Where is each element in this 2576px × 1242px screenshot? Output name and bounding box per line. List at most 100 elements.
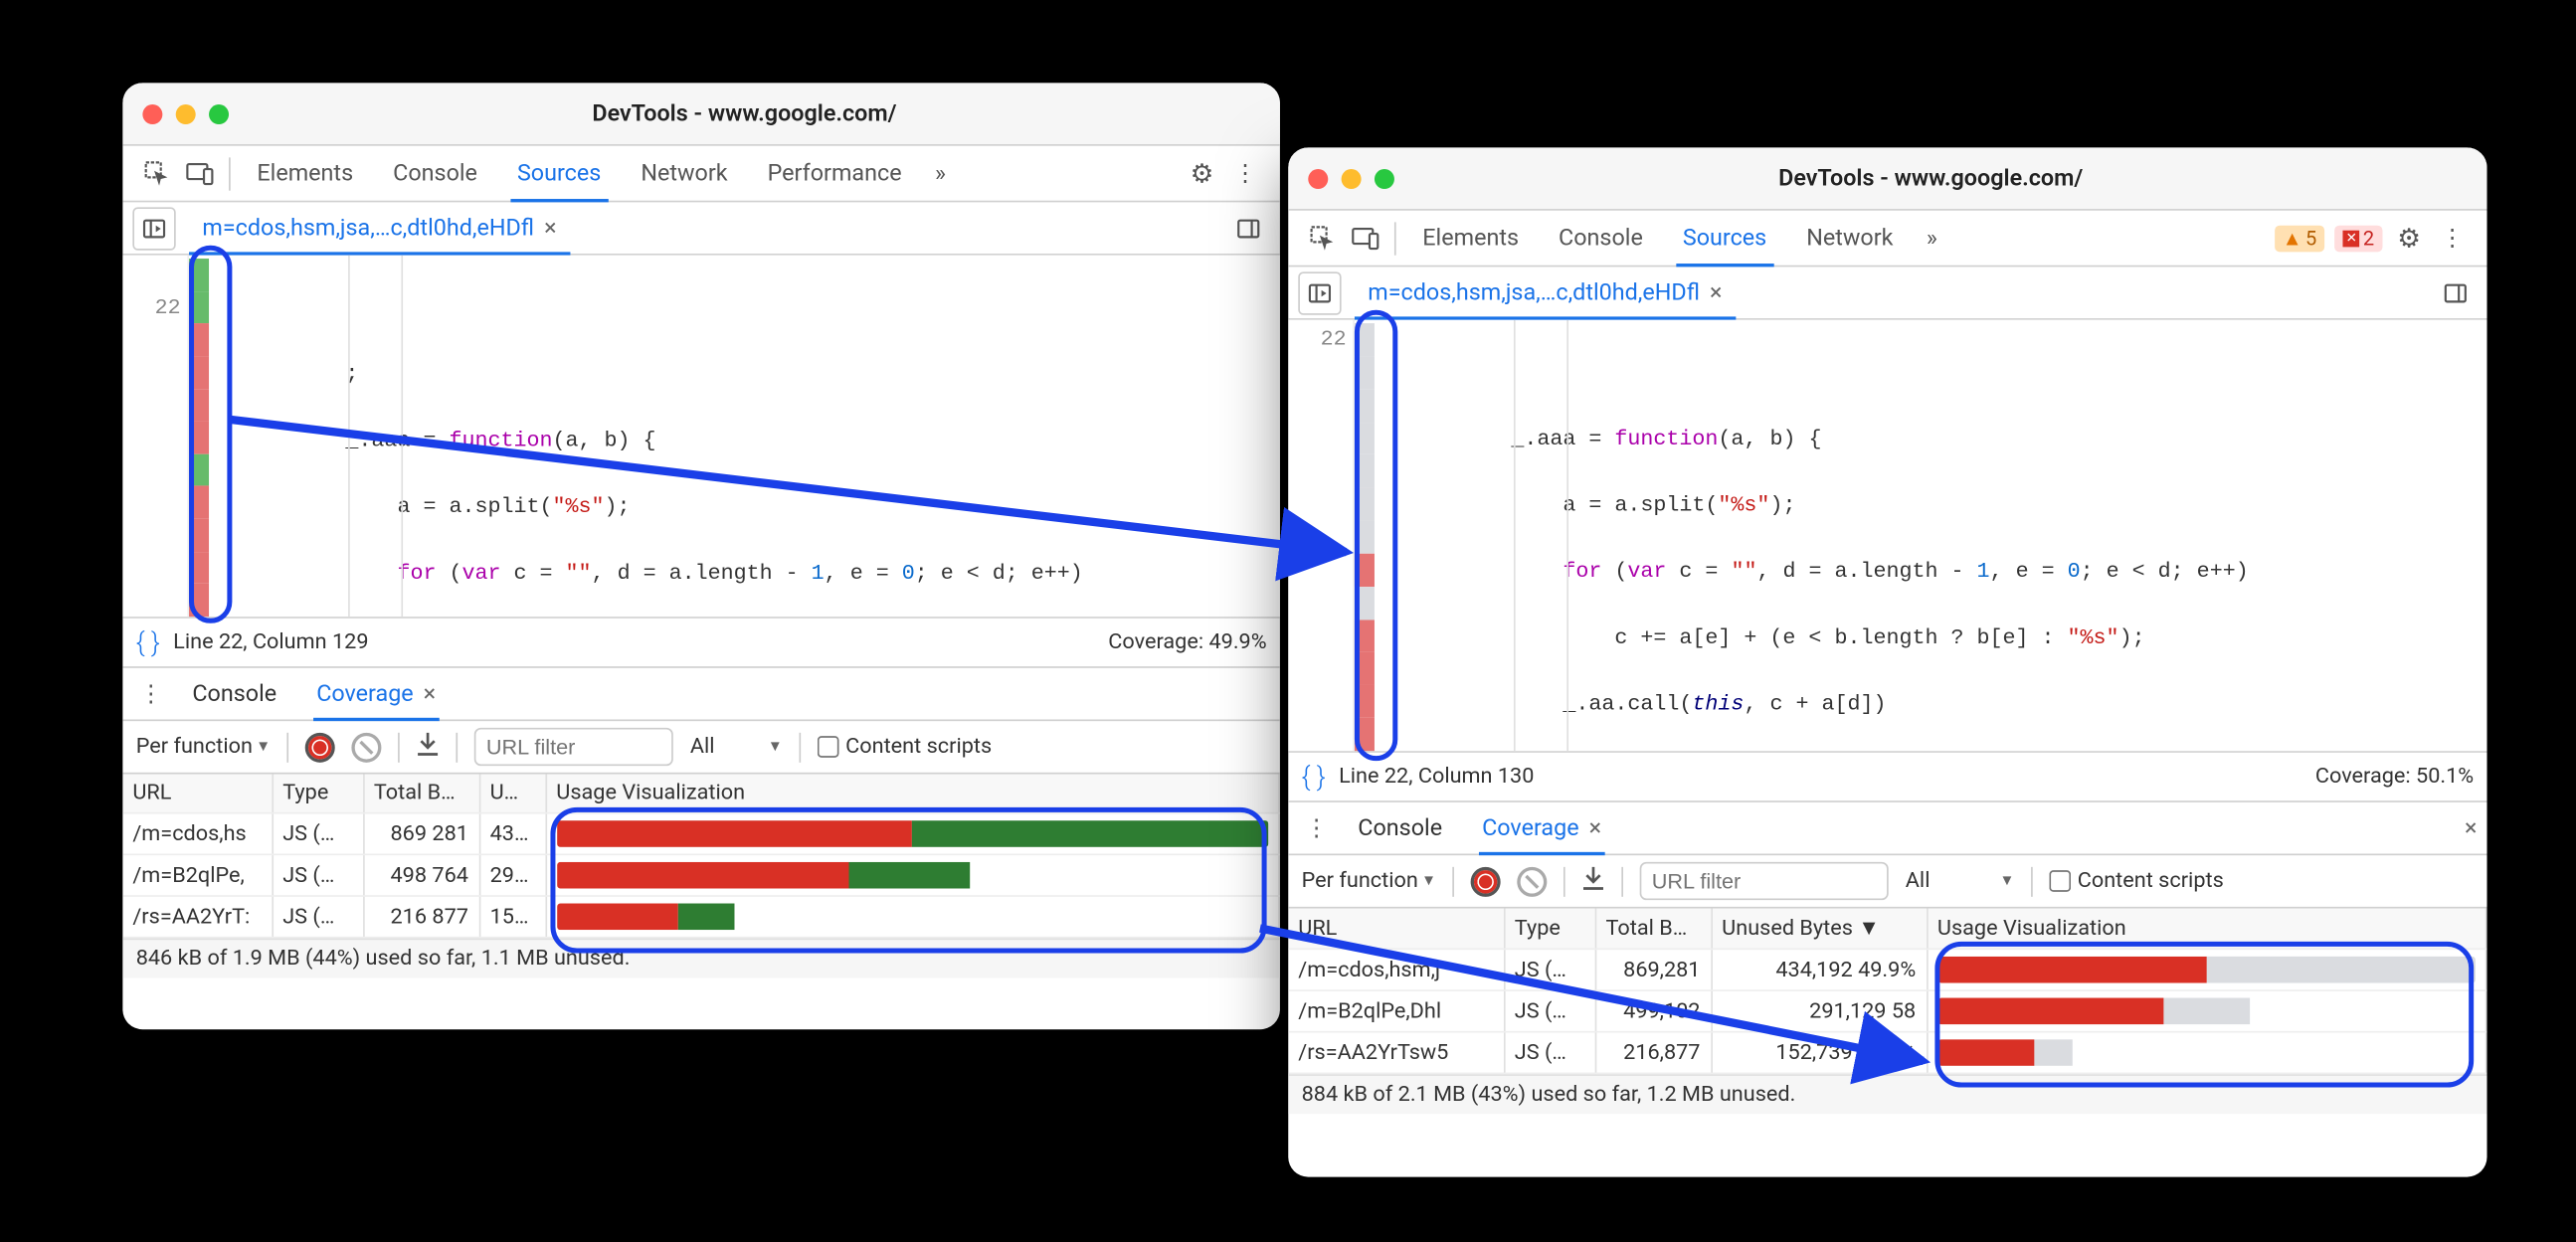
drawer-menu-icon[interactable]: ⋮ — [1298, 814, 1335, 841]
inspect-icon[interactable] — [1302, 217, 1345, 260]
code-lines: _.aaa = function(a, b) { a = a.split("%s… — [1375, 320, 2487, 751]
maximize-icon[interactable] — [1375, 168, 1394, 188]
kebab-icon[interactable]: ⋮ — [1223, 152, 1266, 195]
pretty-print-icon[interactable]: { } — [1302, 761, 1326, 793]
cell-total: 869 281 — [363, 813, 479, 855]
warnings-count: 5 — [2305, 227, 2316, 250]
warnings-badge[interactable]: ▲5 — [2274, 225, 2324, 252]
device-toggle-icon[interactable] — [179, 152, 222, 195]
col-vis[interactable]: Usage Visualization — [545, 774, 1279, 812]
close-icon[interactable] — [142, 103, 162, 123]
col-unused[interactable]: U… — [479, 774, 546, 812]
more-tabs-icon[interactable]: » — [922, 160, 960, 187]
minimize-icon[interactable] — [176, 103, 196, 123]
content-scripts-checkbox[interactable]: Content scripts — [818, 734, 992, 759]
pretty-print-icon[interactable]: { } — [136, 626, 160, 658]
kebab-icon[interactable]: ⋮ — [2431, 217, 2474, 260]
content-scripts-label: Content scripts — [845, 734, 992, 759]
content-scripts-checkbox-input[interactable] — [818, 736, 839, 758]
cell-unused: 152,739 70.4% — [1711, 1032, 1927, 1074]
settings-icon[interactable]: ⚙ — [2387, 217, 2430, 260]
drawer-tab-console[interactable]: Console — [176, 668, 293, 720]
coverage-scope-label: Per function — [1302, 869, 1418, 894]
type-dropdown[interactable]: All ▼ — [1906, 869, 2015, 894]
close-drawer-tab-icon[interactable]: × — [424, 680, 436, 707]
close-drawer-tab-icon[interactable]: × — [1589, 814, 1601, 841]
drawer-menu-icon[interactable]: ⋮ — [132, 680, 169, 707]
window-controls — [142, 103, 229, 123]
table-row[interactable]: /m=B2qlPe, JS (… 498 764 293 … — [122, 854, 1279, 896]
coverage-scope-dropdown[interactable]: Per function ▼ — [136, 734, 271, 759]
tab-sources[interactable]: Sources — [497, 146, 621, 201]
navigator-toggle-icon[interactable] — [1298, 271, 1341, 314]
table-row[interactable]: /rs=AA2YrT: JS (… 216 877 155 … — [122, 896, 1279, 938]
cell-url: /m=B2qlPe, — [122, 854, 272, 896]
source-tabs: m=cdos,hsm,jsa,…c,dtl0hd,eHDfl × — [122, 202, 1280, 255]
minimize-icon[interactable] — [1342, 168, 1362, 188]
cell-total: 498 764 — [363, 854, 479, 896]
col-total[interactable]: Total B… — [363, 774, 479, 812]
table-row[interactable]: /m=cdos,hsm,j JS (… 869,281 434,192 49.9… — [1288, 949, 2485, 990]
drawer-tab-console[interactable]: Console — [1342, 802, 1459, 854]
errors-badge[interactable]: ✕2 — [2335, 225, 2383, 252]
url-filter-input[interactable] — [1640, 862, 1889, 900]
col-type[interactable]: Type — [272, 774, 363, 812]
code-editor[interactable]: 22 ; _.aaa = function(a, b) { a = a.spli… — [122, 256, 1280, 617]
export-button[interactable] — [417, 730, 440, 763]
debugger-pane-toggle-icon[interactable] — [1227, 207, 1270, 250]
tab-network[interactable]: Network — [1786, 211, 1913, 266]
titlebar: DevTools - www.google.com/ — [122, 83, 1280, 145]
record-button[interactable] — [1471, 866, 1501, 896]
editor-status: { } Line 22, Column 129 Coverage: 49.9% — [122, 617, 1280, 666]
close-drawer-icon[interactable]: × — [2465, 814, 2477, 841]
line-number-gutter: 22 — [1288, 320, 1355, 751]
col-vis[interactable]: Usage Visualization — [1927, 909, 2486, 950]
cell-total: 216,877 — [1595, 1032, 1712, 1074]
table-row[interactable]: /rs=AA2YrTsw5 JS (… 216,877 152,739 70.4… — [1288, 1032, 2485, 1074]
col-total[interactable]: Total B… — [1595, 909, 1712, 950]
cell-unused: 291,129 58 — [1711, 990, 1927, 1032]
table-row[interactable]: /m=cdos,hs JS (… 869 281 435 … — [122, 813, 1279, 855]
drawer-tab-coverage[interactable]: Coverage × — [300, 668, 453, 720]
tab-sources[interactable]: Sources — [1663, 211, 1786, 266]
tab-performance[interactable]: Performance — [748, 146, 922, 201]
clear-button[interactable] — [1518, 866, 1548, 896]
tab-network[interactable]: Network — [621, 146, 747, 201]
col-unused[interactable]: Unused Bytes ▼ — [1711, 909, 1927, 950]
debugger-pane-toggle-icon[interactable] — [2434, 271, 2477, 314]
type-dropdown[interactable]: All ▼ — [690, 734, 783, 759]
cell-type: JS (… — [272, 896, 363, 938]
col-url[interactable]: URL — [1288, 909, 1504, 950]
table-row[interactable]: /m=B2qlPe,Dhl JS (… 499,102 291,129 58 — [1288, 990, 2485, 1032]
code-editor[interactable]: 22 _.aaa = function(a, b) { a = a.split(… — [1288, 320, 2486, 751]
settings-icon[interactable]: ⚙ — [1181, 152, 1223, 195]
coverage-pct: Coverage: 50.1% — [2315, 764, 2474, 789]
open-file-tab[interactable]: m=cdos,hsm,jsa,…c,dtl0hd,eHDfl × — [189, 202, 570, 254]
tab-console[interactable]: Console — [373, 146, 497, 201]
device-toggle-icon[interactable] — [1345, 217, 1387, 260]
coverage-scope-dropdown[interactable]: Per function ▼ — [1302, 869, 1436, 894]
tab-elements[interactable]: Elements — [237, 146, 373, 201]
tab-console[interactable]: Console — [1539, 211, 1663, 266]
open-file-tab[interactable]: m=cdos,hsm,jsa,…c,dtl0hd,eHDfl × — [1355, 266, 1736, 318]
content-scripts-checkbox-input[interactable] — [2049, 870, 2071, 892]
record-button[interactable] — [305, 732, 335, 762]
coverage-table: URL Type Total B… U… Usage Visualization… — [122, 774, 1280, 938]
more-tabs-icon[interactable]: » — [1913, 225, 1950, 252]
drawer-tab-coverage[interactable]: Coverage × — [1465, 802, 1617, 854]
col-type[interactable]: Type — [1504, 909, 1595, 950]
close-tab-icon[interactable]: × — [1710, 279, 1722, 306]
content-scripts-checkbox[interactable]: Content scripts — [2049, 869, 2223, 894]
close-icon[interactable] — [1308, 168, 1328, 188]
col-url[interactable]: URL — [122, 774, 272, 812]
clear-button[interactable] — [352, 732, 382, 762]
inspect-icon[interactable] — [136, 152, 179, 195]
titlebar: DevTools - www.google.com/ — [1288, 147, 2486, 210]
export-button[interactable] — [1582, 864, 1605, 897]
url-filter-input[interactable] — [474, 728, 673, 766]
maximize-icon[interactable] — [209, 103, 229, 123]
cell-url: /m=B2qlPe,Dhl — [1288, 990, 1504, 1032]
close-tab-icon[interactable]: × — [544, 215, 556, 242]
navigator-toggle-icon[interactable] — [132, 207, 175, 250]
tab-elements[interactable]: Elements — [1402, 211, 1539, 266]
